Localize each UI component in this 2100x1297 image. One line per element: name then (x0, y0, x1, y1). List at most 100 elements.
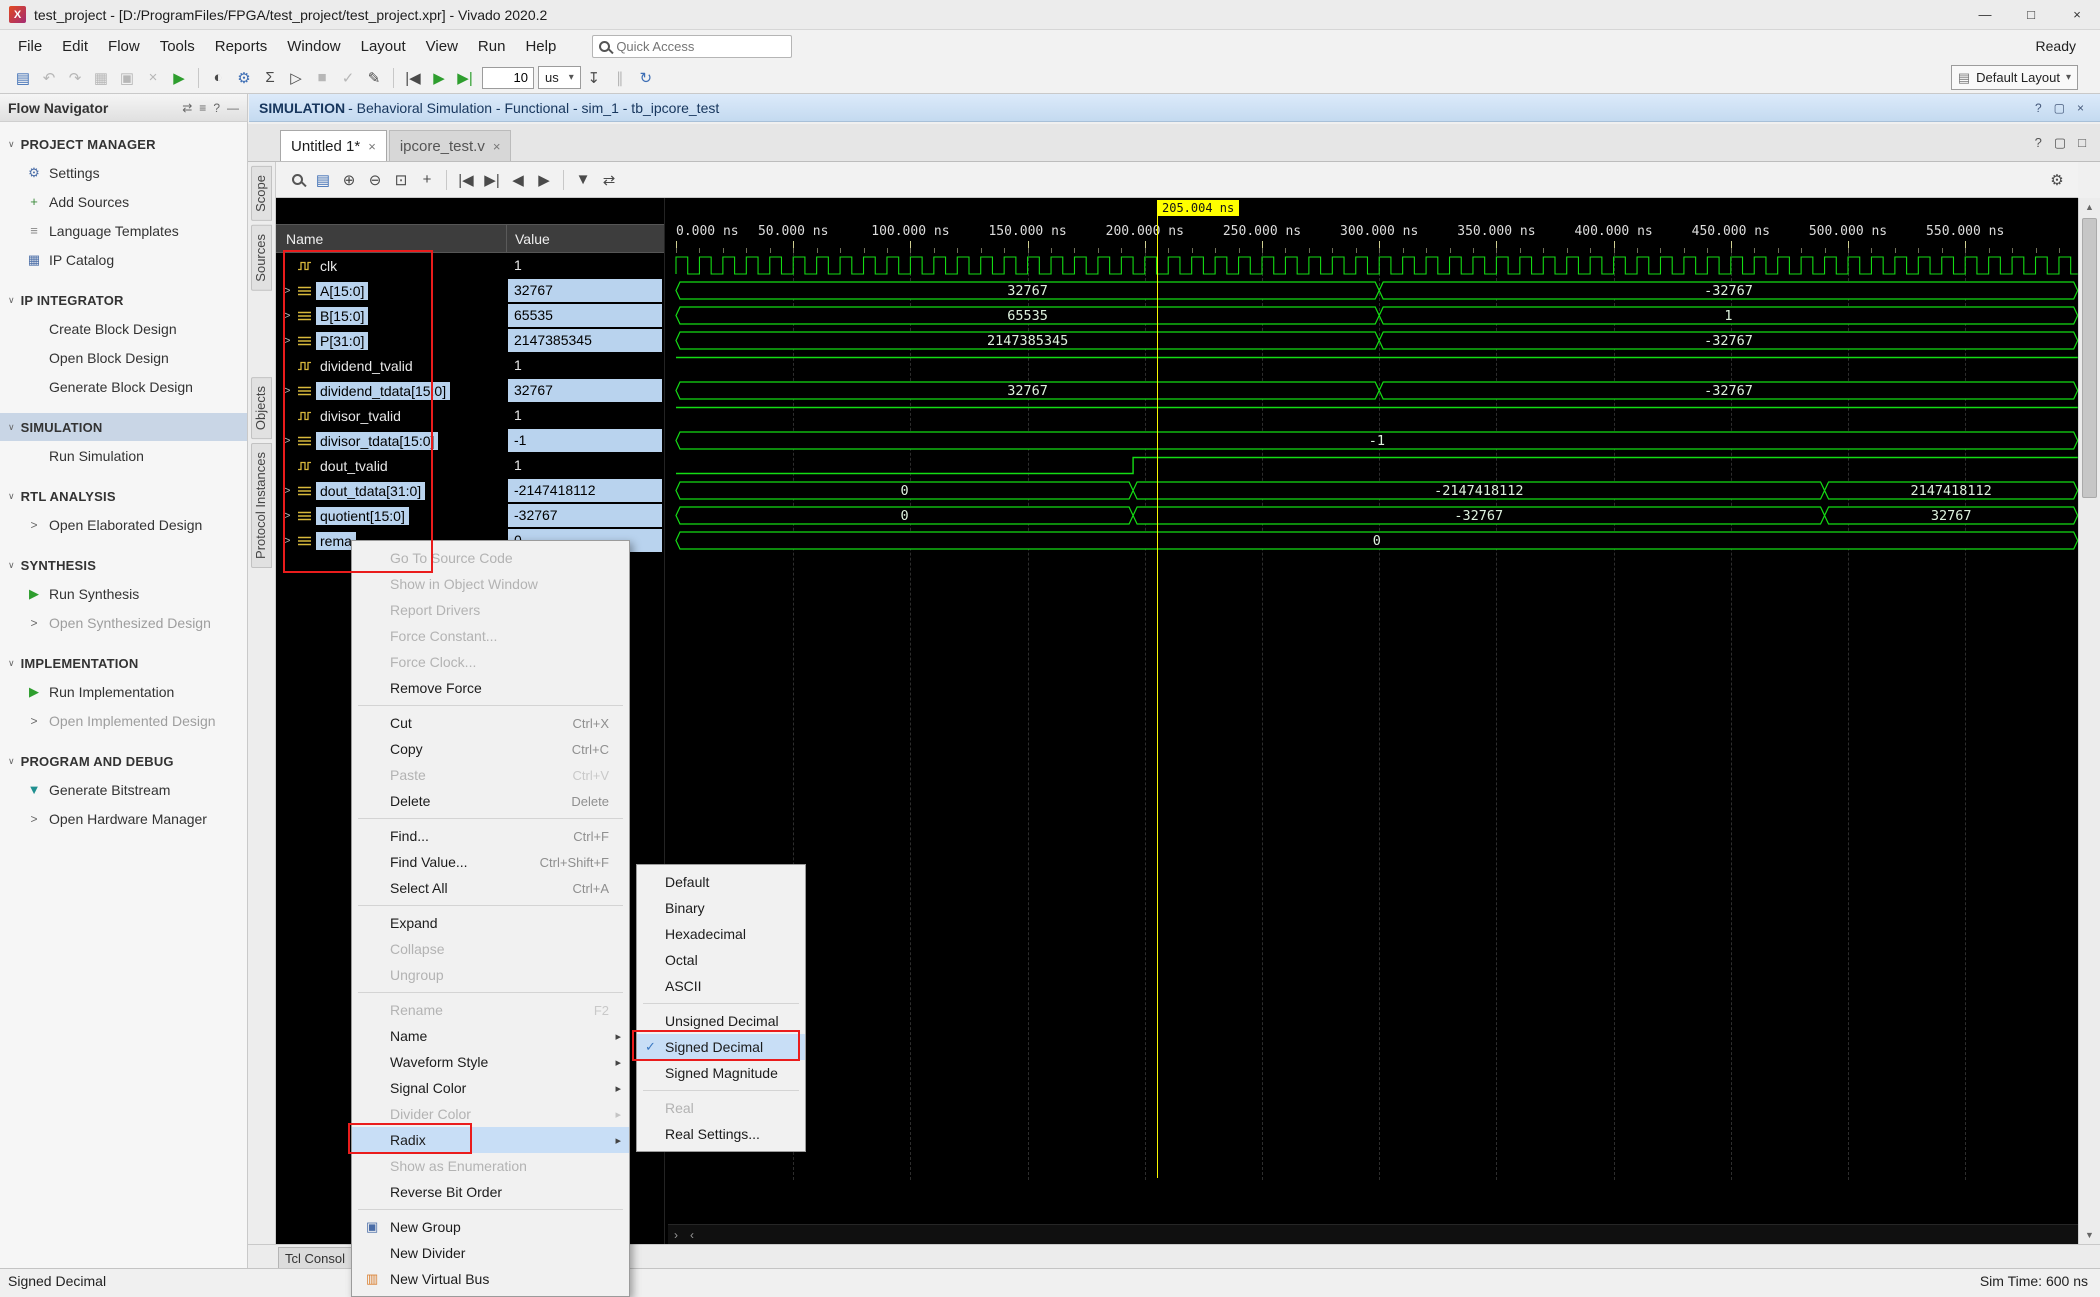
help-icon[interactable]: ? (213, 101, 220, 115)
time-unit-select[interactable]: us ▾ (538, 66, 581, 89)
signal-row-divisor-tdata-15-0[interactable]: >divisor_tdata[15:0]-1 (276, 428, 664, 453)
flow-item-run-implementation[interactable]: ▶Run Implementation (0, 677, 247, 706)
section-header-program-and-debug[interactable]: ∨PROGRAM AND DEBUG (0, 747, 247, 775)
horizontal-scrollbar[interactable]: › ‹ (668, 1224, 2078, 1244)
close-button[interactable]: × (2054, 0, 2100, 29)
relaunch-icon[interactable]: ↻ (633, 65, 659, 91)
menu-view[interactable]: View (416, 33, 468, 60)
signal-row-clk[interactable]: clk1 (276, 253, 664, 278)
radix-option-octal[interactable]: Octal (637, 947, 805, 973)
radix-option-unsigned-decimal[interactable]: Unsigned Decimal (637, 1008, 805, 1034)
menu-reports[interactable]: Reports (205, 33, 278, 60)
menu-item-expand[interactable]: Expand (352, 910, 629, 936)
float-icon[interactable]: ▢ (2054, 135, 2066, 151)
section-header-rtl-analysis[interactable]: ∨RTL ANALYSIS (0, 482, 247, 510)
menu-item-find-value[interactable]: Find Value...Ctrl+Shift+F (352, 849, 629, 875)
radix-option-signed-decimal[interactable]: ✓Signed Decimal (637, 1034, 805, 1060)
menu-file[interactable]: File (8, 33, 52, 60)
waveform-settings-gear-icon[interactable]: ⚙ (2044, 167, 2070, 193)
menu-item-cut[interactable]: CutCtrl+X (352, 710, 629, 736)
edit-icon[interactable]: ✎ (361, 65, 387, 91)
menu-item-signal-color[interactable]: Signal Color▸ (352, 1075, 629, 1101)
scroll-up-icon[interactable]: ▲ (2079, 198, 2100, 216)
flow-item-open-hardware-manager[interactable]: >Open Hardware Manager (0, 804, 247, 833)
menu-help[interactable]: Help (515, 33, 566, 60)
find-icon[interactable] (284, 167, 310, 193)
radix-option-hexadecimal[interactable]: Hexadecimal (637, 921, 805, 947)
tab-untitled-1[interactable]: Untitled 1*× (280, 130, 387, 161)
menu-item-new-divider[interactable]: New Divider (352, 1240, 629, 1266)
time-cursor[interactable] (1157, 216, 1158, 1178)
scroll-left-icon[interactable]: › (674, 1228, 678, 1242)
section-header-simulation[interactable]: ∨SIMULATION (0, 413, 247, 441)
flow-item-generate-bitstream[interactable]: ▼Generate Bitstream (0, 775, 247, 804)
radix-option-ascii[interactable]: ASCII (637, 973, 805, 999)
maximize-button[interactable]: □ (2008, 0, 2054, 29)
tab-ipcore-test-v[interactable]: ipcore_test.v× (389, 130, 512, 161)
side-tab-protocol-instances[interactable]: Protocol Instances (251, 443, 272, 568)
menu-flow[interactable]: Flow (98, 33, 150, 60)
expand-icon[interactable]: > (284, 285, 297, 297)
zoom-in-icon[interactable]: ⊕ (336, 167, 362, 193)
time-ruler[interactable]: 0.000 ns50.000 ns100.000 ns150.000 ns200… (668, 198, 2078, 253)
menu-item-find[interactable]: Find...Ctrl+F (352, 823, 629, 849)
scroll-down-icon[interactable]: ▼ (2079, 1226, 2100, 1244)
signal-row-dividend-tvalid[interactable]: dividend_tvalid1 (276, 353, 664, 378)
expand-icon[interactable]: > (284, 435, 297, 447)
section-header-implementation[interactable]: ∨IMPLEMENTATION (0, 649, 247, 677)
menu-tools[interactable]: Tools (150, 33, 205, 60)
menu-item-copy[interactable]: CopyCtrl+C (352, 736, 629, 762)
collapse-panel-icon[interactable]: — (227, 101, 239, 115)
flow-item-add-sources[interactable]: +Add Sources (0, 187, 247, 216)
signal-row-dout-tvalid[interactable]: dout_tvalid1 (276, 453, 664, 478)
vertical-scrollbar[interactable]: ▲ ▼ (2078, 198, 2100, 1244)
flow-item-open-synthesized-design[interactable]: >Open Synthesized Design (0, 608, 247, 637)
flow-item-run-synthesis[interactable]: ▶Run Synthesis (0, 579, 247, 608)
help-icon[interactable]: ? (2035, 135, 2042, 151)
section-header-ip-integrator[interactable]: ∨IP INTEGRATOR (0, 286, 247, 314)
zoom-to-cursor-icon[interactable]: + (414, 167, 440, 193)
simulation-time-input[interactable] (482, 67, 534, 89)
settings-icon[interactable]: ⚙ (231, 65, 257, 91)
quick-access-input[interactable] (616, 39, 766, 54)
run-for-icon[interactable]: ▶| (452, 65, 478, 91)
menu-edit[interactable]: Edit (52, 33, 98, 60)
float-icon[interactable]: ▢ (2054, 101, 2065, 115)
swap-icon[interactable]: ⇄ (182, 101, 192, 115)
menu-item-name[interactable]: Name▸ (352, 1023, 629, 1049)
flow-item-settings[interactable]: ⚙Settings (0, 158, 247, 187)
side-tab-objects[interactable]: Objects (251, 377, 272, 439)
add-marker-icon[interactable]: ▼ (570, 167, 596, 193)
menu-layout[interactable]: Layout (351, 33, 416, 60)
menu-item-new-group[interactable]: ▣New Group (352, 1214, 629, 1240)
go-to-end-icon[interactable]: ▶| (479, 167, 505, 193)
radix-option-binary[interactable]: Binary (637, 895, 805, 921)
run-outline-icon[interactable]: ▷ (283, 65, 309, 91)
tab-tcl-console[interactable]: Tcl Consol (278, 1247, 356, 1269)
menu-item-remove-force[interactable]: Remove Force (352, 675, 629, 701)
menu-item-radix[interactable]: Radix▸ (352, 1127, 629, 1153)
layout-selector[interactable]: ▤ Default Layout ▾ (1951, 65, 2078, 90)
signal-row-b-15-0[interactable]: >B[15:0]65535 (276, 303, 664, 328)
scrollbar-thumb[interactable] (2082, 218, 2097, 498)
radix-option-real-settings[interactable]: Real Settings... (637, 1121, 805, 1147)
flow-item-open-elaborated-design[interactable]: >Open Elaborated Design (0, 510, 247, 539)
side-tab-sources[interactable]: Sources (251, 225, 272, 291)
swap-cursors-icon[interactable]: ⇄ (596, 167, 622, 193)
expand-icon[interactable]: > (284, 335, 297, 347)
radix-option-default[interactable]: Default (637, 869, 805, 895)
menu-item-select-all[interactable]: Select AllCtrl+A (352, 875, 629, 901)
close-icon[interactable]: × (2077, 101, 2084, 115)
expand-icon[interactable]: > (284, 510, 297, 522)
signal-row-p-31-0[interactable]: >P[31:0]2147385345 (276, 328, 664, 353)
menu-item-new-virtual-bus[interactable]: ▥New Virtual Bus (352, 1266, 629, 1292)
restart-sim-icon[interactable]: |◀ (400, 65, 426, 91)
flow-item-generate-block-design[interactable]: Generate Block Design (0, 372, 247, 401)
section-header-synthesis[interactable]: ∨SYNTHESIS (0, 551, 247, 579)
side-tab-scope[interactable]: Scope (251, 166, 272, 221)
expand-icon[interactable]: > (284, 385, 297, 397)
help-icon[interactable]: ? (2035, 101, 2042, 115)
signal-row-a-15-0[interactable]: >A[15:0]32767 (276, 278, 664, 303)
menu-item-delete[interactable]: DeleteDelete (352, 788, 629, 814)
run-icon[interactable]: ▶ (166, 65, 192, 91)
